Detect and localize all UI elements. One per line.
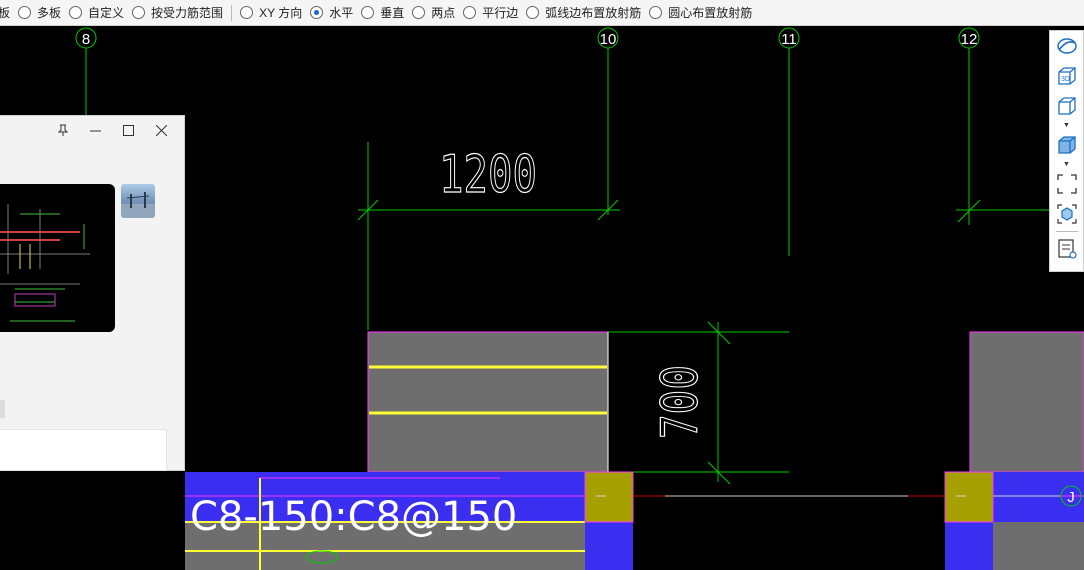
axis-label-12: 12 bbox=[961, 31, 978, 48]
maximize-icon bbox=[123, 124, 134, 136]
column-12[interactable] bbox=[944, 471, 994, 523]
axis-bubble-12[interactable]: 12 bbox=[958, 27, 980, 49]
pin-icon bbox=[57, 124, 68, 136]
panel-scroll-tab[interactable] bbox=[0, 400, 5, 418]
slab-region bbox=[367, 331, 609, 473]
radio-icon[interactable] bbox=[361, 6, 375, 19]
axis-bubble-11[interactable]: 11 bbox=[778, 27, 800, 49]
pin-button[interactable] bbox=[46, 116, 79, 144]
axis-label-11: 11 bbox=[781, 31, 797, 48]
thumb-gray-lines bbox=[0, 204, 90, 285]
dimension-text-700: 700 bbox=[651, 365, 709, 439]
view-cube-icon bbox=[1056, 204, 1077, 224]
close-button[interactable] bbox=[145, 116, 178, 144]
option-label: 板 bbox=[0, 4, 10, 21]
axis-label-10: 10 bbox=[600, 31, 617, 48]
option-label: 圆心布置放射筋 bbox=[668, 6, 753, 20]
option-by-rebar-range[interactable]: 按受力筋范围 bbox=[130, 0, 229, 25]
floating-panel bbox=[0, 115, 185, 471]
solid-dropdown[interactable]: ▼ bbox=[1049, 160, 1084, 169]
minimize-icon bbox=[90, 130, 101, 131]
radio-icon[interactable] bbox=[649, 6, 663, 19]
option-arc-edge-radial[interactable]: 弧线边布置放射筋 bbox=[524, 0, 647, 25]
option-label: 按受力筋范围 bbox=[151, 6, 224, 20]
slab-region bbox=[993, 522, 1084, 570]
chevron-down-icon: ▼ bbox=[1063, 122, 1070, 129]
radio-icon[interactable] bbox=[18, 6, 32, 19]
zoom-extents-button[interactable] bbox=[1049, 169, 1084, 199]
panel-titlebar bbox=[0, 116, 184, 144]
thumbnail-image bbox=[121, 192, 155, 218]
option-horizontal[interactable]: 水平 bbox=[308, 0, 359, 25]
orbit-icon bbox=[1056, 38, 1077, 54]
image-thumbnail[interactable] bbox=[121, 184, 155, 218]
radio-selected-icon[interactable] bbox=[310, 6, 324, 19]
zoom-extents-icon bbox=[1056, 174, 1077, 194]
cube-wire-icon bbox=[1057, 97, 1076, 115]
panel-text-area[interactable] bbox=[0, 429, 167, 471]
palette-divider bbox=[1055, 231, 1078, 232]
cube-solid-icon bbox=[1057, 136, 1076, 154]
layout-options-toolbar: 板 多板 自定义 按受力筋范围 XY 方向 水平 垂直 两点 平行边 弧线边布置… bbox=[0, 0, 1084, 26]
option-multi-slab[interactable]: 多板 bbox=[16, 0, 67, 25]
option-label: 自定义 bbox=[88, 6, 125, 20]
solid-view-button[interactable] bbox=[1049, 130, 1084, 160]
svg-text:3D: 3D bbox=[1061, 76, 1070, 83]
thumb-yellow-lines bbox=[19, 244, 31, 269]
radio-icon[interactable] bbox=[132, 6, 146, 19]
option-label: XY 方向 bbox=[259, 6, 303, 20]
option-label: 弧线边布置放射筋 bbox=[545, 6, 642, 20]
option-center-radial[interactable]: 圆心布置放射筋 bbox=[647, 0, 758, 25]
slab-center[interactable] bbox=[367, 331, 609, 473]
column-10[interactable] bbox=[584, 471, 634, 523]
radio-icon[interactable] bbox=[240, 6, 254, 19]
axis-label-J: J bbox=[1067, 489, 1075, 506]
rebar-spec-label[interactable]: C8-150:C8@150 bbox=[190, 494, 517, 540]
maximize-button[interactable] bbox=[112, 116, 145, 144]
option-custom[interactable]: 自定义 bbox=[67, 0, 130, 25]
option-parallel-edge[interactable]: 平行边 bbox=[461, 0, 524, 25]
3d-view-button[interactable]: 3D bbox=[1049, 61, 1084, 91]
app-window: 板 多板 自定义 按受力筋范围 XY 方向 水平 垂直 两点 平行边 弧线边布置… bbox=[0, 0, 1084, 570]
option-two-points[interactable]: 两点 bbox=[410, 0, 461, 25]
axis-label-8: 8 bbox=[82, 31, 90, 48]
chevron-down-icon: ▼ bbox=[1063, 161, 1070, 168]
properties-icon bbox=[1057, 239, 1077, 259]
3d-view-icon: 3D bbox=[1057, 67, 1076, 85]
view-tool-palette: 3D ▼ ▼ bbox=[1049, 30, 1084, 272]
slab-right[interactable] bbox=[969, 331, 1084, 473]
properties-button[interactable] bbox=[1049, 234, 1084, 264]
dimension-text-1200: 1200 bbox=[439, 145, 537, 205]
wireframe-view-button[interactable] bbox=[1049, 91, 1084, 121]
option-label: 两点 bbox=[431, 6, 456, 20]
close-icon bbox=[156, 124, 167, 136]
option-label: 平行边 bbox=[482, 6, 519, 20]
wireframe-dropdown[interactable]: ▼ bbox=[1049, 121, 1084, 130]
drawing-thumbnail[interactable] bbox=[0, 184, 115, 332]
view-cube-button[interactable] bbox=[1049, 199, 1084, 229]
radio-icon[interactable] bbox=[69, 6, 83, 19]
thumb-green-lines bbox=[10, 213, 85, 322]
option-label: 垂直 bbox=[380, 6, 405, 20]
radio-icon[interactable] bbox=[412, 6, 426, 19]
minimize-button[interactable] bbox=[79, 116, 112, 144]
toolbar-divider bbox=[231, 4, 233, 21]
thumb-magenta-box bbox=[14, 293, 56, 307]
orbit-button[interactable] bbox=[1049, 31, 1084, 61]
thumbnail-drawing bbox=[0, 204, 90, 322]
option-xy-direction[interactable]: XY 方向 bbox=[238, 0, 308, 25]
radio-icon[interactable] bbox=[526, 6, 540, 19]
option-label: 水平 bbox=[329, 6, 354, 20]
axis-bubble-10[interactable]: 10 bbox=[597, 27, 619, 49]
option-vertical[interactable]: 垂直 bbox=[359, 0, 410, 25]
radio-icon[interactable] bbox=[463, 6, 477, 19]
option-single-slab[interactable]: 板 bbox=[0, 0, 16, 25]
option-label: 多板 bbox=[37, 6, 62, 20]
